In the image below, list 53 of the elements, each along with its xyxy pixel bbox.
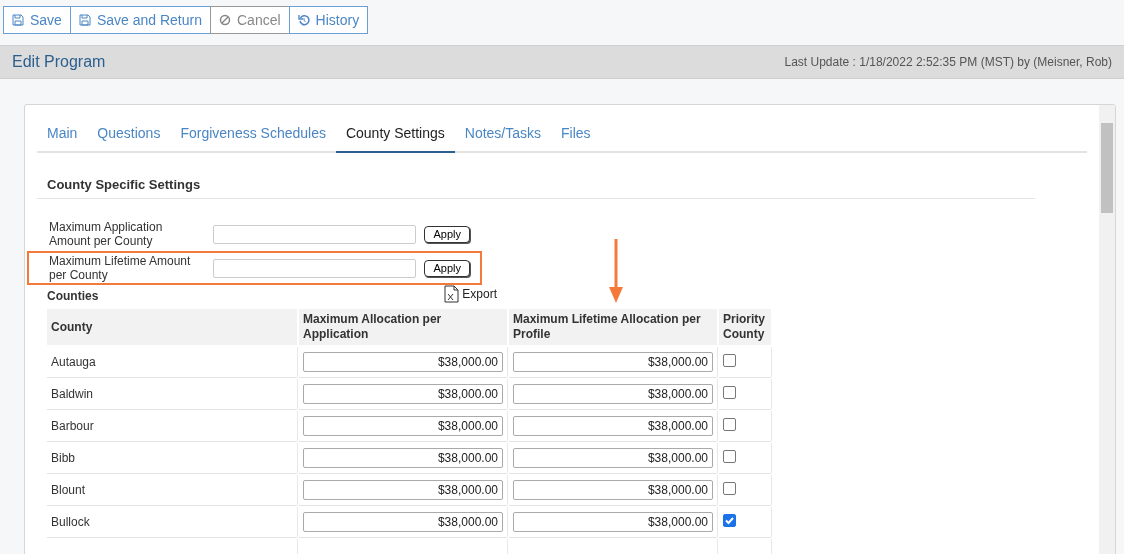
- county-name: Baldwin: [47, 379, 297, 409]
- column-header: County: [47, 309, 297, 345]
- county-name: Bullock: [47, 507, 297, 537]
- checkbox[interactable]: [723, 514, 736, 527]
- tab[interactable]: County Settings: [335, 117, 455, 153]
- checkbox[interactable]: [723, 418, 736, 431]
- apply-button[interactable]: Apply: [424, 259, 470, 277]
- lifetime-field[interactable]: $38,000.00: [513, 448, 713, 468]
- lifetime-field[interactable]: $38,000.00: [513, 416, 713, 436]
- field-label: Maximum Application Amount per County: [49, 220, 164, 248]
- export-link[interactable]: Export: [462, 287, 497, 301]
- lifetime-field[interactable]: $38,000.00: [513, 384, 713, 404]
- lifetime-field[interactable]: $38,000.00: [513, 512, 713, 532]
- tab[interactable]: Main: [37, 117, 88, 153]
- field-label: Maximum Lifetime Amount per County: [49, 254, 192, 282]
- tab[interactable]: Questions: [87, 117, 171, 153]
- allocation-field[interactable]: $38,000.00: [303, 512, 503, 532]
- counties-title: Counties: [47, 289, 99, 303]
- history-button[interactable]: History: [288, 6, 369, 34]
- county-name: Blount: [47, 475, 297, 505]
- amount-field[interactable]: [213, 224, 417, 244]
- allocation-field[interactable]: $38,000.00: [303, 352, 503, 372]
- page-title: Edit Program: [12, 53, 106, 71]
- county-name: Autauga: [47, 347, 297, 377]
- save-icon: [12, 14, 24, 26]
- county-name: Barbour: [47, 411, 297, 441]
- allocation-field[interactable]: $38,000.00: [303, 416, 503, 436]
- checkbox[interactable]: [723, 354, 736, 367]
- history-icon: [297, 14, 310, 26]
- cancel-icon: [219, 14, 231, 26]
- spreadsheet-icon: [444, 285, 460, 303]
- lifetime-field[interactable]: $38,000.00: [513, 352, 713, 372]
- amount-field[interactable]: [213, 258, 417, 278]
- save-button[interactable]: Save: [3, 6, 71, 34]
- checkbox[interactable]: [723, 482, 736, 495]
- column-header: Maximum Allocation per Application: [299, 309, 507, 345]
- allocation-field[interactable]: $38,000.00: [303, 448, 503, 468]
- column-header: Priority County: [719, 309, 771, 345]
- scrollbar[interactable]: [1099, 105, 1115, 554]
- county-name: Bibb: [47, 443, 297, 473]
- checkbox[interactable]: [723, 386, 736, 399]
- tab[interactable]: Forgiveness Schedules: [170, 117, 336, 153]
- checkbox[interactable]: [723, 450, 736, 463]
- save-button[interactable]: Save and Return: [69, 6, 211, 34]
- tab[interactable]: Notes/Tasks: [454, 117, 552, 153]
- section-title: County Specific Settings: [37, 171, 1035, 199]
- allocation-field[interactable]: $38,000.00: [303, 384, 503, 404]
- apply-button[interactable]: Apply: [424, 225, 470, 243]
- last-update-text: Last Update : 1/18/2022 2:52:35 PM (MST) by (Meisner, Rob): [784, 55, 1112, 69]
- allocation-field[interactable]: $38,000.00: [303, 480, 503, 500]
- lifetime-field[interactable]: $38,000.00: [513, 480, 713, 500]
- save-icon: [78, 14, 91, 26]
- tab[interactable]: Files: [551, 117, 601, 153]
